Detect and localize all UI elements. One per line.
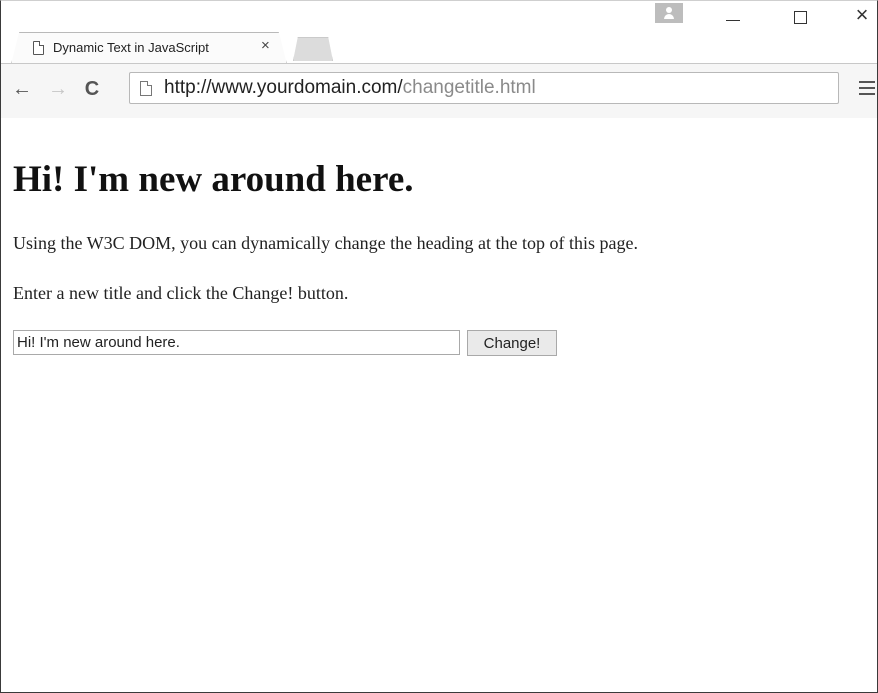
address-bar[interactable]: http://www.yourdomain.com/changetitle.ht… (129, 72, 839, 104)
browser-window: Dynamic Text in JavaScript × × ← → C htt… (0, 0, 878, 693)
tab-close-icon[interactable]: × (261, 37, 270, 55)
url-text[interactable]: http://www.yourdomain.com/changetitle.ht… (164, 77, 536, 99)
url-host: http://www.yourdomain.com/ (164, 77, 403, 98)
title-bar: Dynamic Text in JavaScript × × (1, 1, 877, 63)
tab-title: Dynamic Text in JavaScript (53, 40, 209, 55)
intro-paragraph: Using the W3C DOM, you can dynamically c… (13, 233, 639, 253)
page-info-icon[interactable] (140, 81, 152, 96)
instruction-paragraph: Enter a new title and click the Change! … (13, 283, 349, 303)
new-tab-button[interactable] (293, 37, 333, 61)
page-content: Hi! I'm new around here. Using the W3C D… (1, 118, 877, 692)
maximize-icon[interactable] (791, 6, 811, 26)
url-path: changetitle.html (402, 77, 536, 98)
profile-icon[interactable] (655, 3, 683, 23)
close-icon[interactable]: × (851, 3, 873, 27)
back-arrow-icon[interactable]: ← (11, 78, 33, 100)
title-input[interactable] (13, 330, 460, 355)
page-icon (33, 41, 44, 55)
menu-icon[interactable] (859, 81, 875, 95)
browser-tab-content[interactable]: Dynamic Text in JavaScript × (11, 32, 287, 64)
minimize-icon[interactable] (723, 6, 745, 26)
change-button[interactable]: Change! (467, 330, 557, 356)
forward-arrow-icon[interactable]: → (47, 78, 69, 100)
reload-icon[interactable]: C (81, 78, 103, 100)
page-heading: Hi! I'm new around here. (13, 159, 414, 200)
browser-toolbar: ← → C http://www.yourdomain.com/changeti… (1, 63, 877, 119)
